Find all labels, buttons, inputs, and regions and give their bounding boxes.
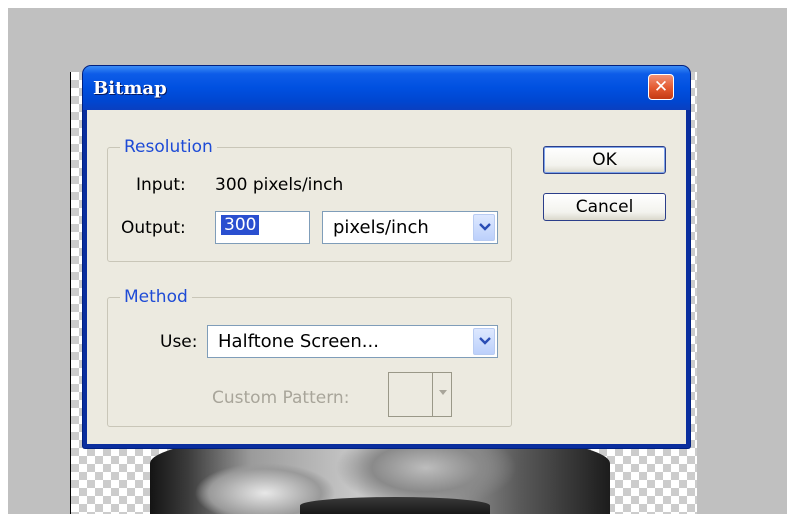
close-button[interactable]: ✕ xyxy=(648,74,674,100)
resolution-group: Resolution Input: 300 pixels/inch Output… xyxy=(107,137,512,262)
bitmap-dialog: Bitmap ✕ Resolution Input: 300 pixels/in… xyxy=(83,66,690,448)
ok-button[interactable]: OK xyxy=(543,146,666,174)
resolution-legend: Resolution xyxy=(120,137,217,157)
chevron-down-icon xyxy=(479,337,491,345)
output-unit-value: pixels/inch xyxy=(333,217,429,238)
method-dropdown-button[interactable] xyxy=(473,328,495,355)
output-resolution-field[interactable]: 300 xyxy=(215,211,310,244)
use-label: Use: xyxy=(160,332,198,352)
chevron-down-icon xyxy=(479,223,491,231)
output-unit-select[interactable]: pixels/inch xyxy=(322,211,498,244)
cancel-button[interactable]: Cancel xyxy=(543,193,666,221)
output-resolution-value: 300 xyxy=(221,215,260,235)
output-label: Output: xyxy=(121,218,186,238)
dialog-title: Bitmap xyxy=(93,78,167,99)
chevron-down-icon xyxy=(439,390,447,395)
input-label: Input: xyxy=(136,175,186,195)
dialog-body: Resolution Input: 300 pixels/inch Output… xyxy=(87,110,686,444)
input-value: 300 pixels/inch xyxy=(215,175,344,195)
custom-pattern-picker xyxy=(388,372,452,417)
method-value: Halftone Screen... xyxy=(218,331,379,352)
pattern-swatch xyxy=(389,373,433,416)
portrait-photo-detail xyxy=(300,497,490,514)
method-group: Method Use: Halftone Screen... Custom Pa… xyxy=(107,287,512,427)
output-unit-dropdown-button[interactable] xyxy=(473,214,495,241)
custom-pattern-label: Custom Pattern: xyxy=(212,388,350,408)
method-legend: Method xyxy=(120,287,192,307)
dialog-titlebar[interactable]: Bitmap ✕ xyxy=(83,66,690,110)
method-select[interactable]: Halftone Screen... xyxy=(207,325,498,358)
close-icon: ✕ xyxy=(653,77,669,97)
